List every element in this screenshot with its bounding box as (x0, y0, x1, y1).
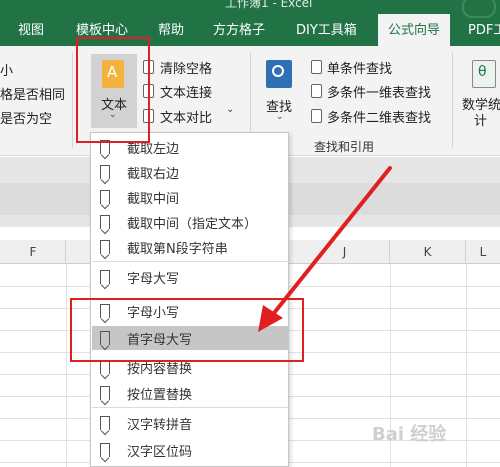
annotation-arrow-icon (258, 166, 392, 332)
watermark: Bai 经验 (372, 424, 447, 445)
